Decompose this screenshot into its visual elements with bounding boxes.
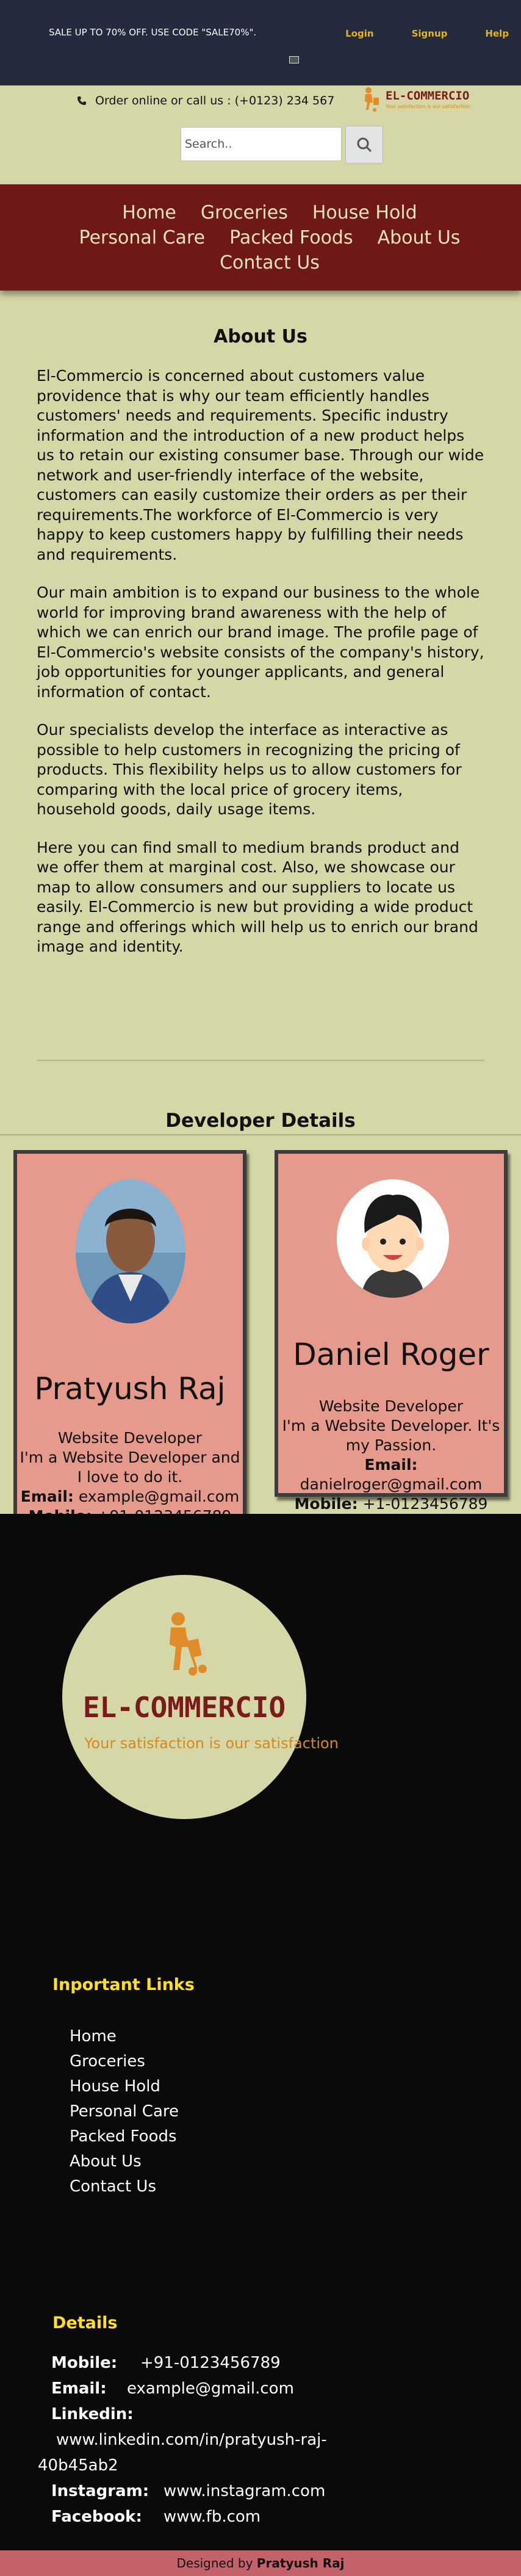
about-paragraph: Our specialists develop the interface as… (37, 721, 462, 818)
divider (37, 1060, 484, 1061)
developer-name: Daniel Roger (293, 1337, 489, 1372)
contact-text: Order online or call us : (+0123) 234 56… (95, 94, 335, 107)
top-links: Login Signup Help (345, 28, 509, 39)
designed-by-prefix: Designed by (176, 2556, 253, 2571)
nav-about-us[interactable]: About Us (378, 226, 461, 249)
developer-email: example@gmail.com (78, 1488, 240, 1505)
footer-link-contact-us[interactable]: Contact Us (70, 2174, 179, 2199)
details-title: Details (52, 2314, 118, 2332)
developer-email-row: Email: danielroger@gmail.com (282, 1455, 500, 1494)
detail-linkedin-value[interactable]: www.linkedin.com/in/pratyush-raj-40b45ab… (38, 2427, 355, 2478)
developer-mobile-row: Mobile: +1-0123456789 (282, 1494, 500, 1514)
nav-packed-foods[interactable]: Packed Foods (229, 226, 353, 249)
footer-link-house-hold[interactable]: House Hold (70, 2074, 179, 2099)
developer-details-title: Developer Details (165, 1110, 356, 1132)
nav-house-hold[interactable]: House Hold (312, 201, 417, 224)
search-button[interactable] (345, 126, 383, 164)
footer-link-personal-care[interactable]: Personal Care (70, 2099, 179, 2124)
developer-name: Pratyush Raj (34, 1371, 226, 1406)
nav-contact-us[interactable]: Contact Us (220, 251, 320, 274)
top-bar: SALE UP TO 70% OFF. USE CODE "SALE70%". … (0, 0, 521, 85)
phone-icon (77, 96, 86, 105)
nav-home[interactable]: Home (122, 201, 176, 224)
search-icon (357, 137, 372, 153)
detail-facebook: Facebook: www.fb.com (51, 2504, 381, 2530)
footer-link-home[interactable]: Home (70, 2024, 179, 2049)
detail-linkedin: Linkedin: (51, 2401, 381, 2427)
detail-label: Linkedin: (51, 2405, 134, 2423)
broken-image-icon (289, 56, 299, 63)
developer-mobile: +1-0123456789 (362, 1495, 488, 1513)
site-logo[interactable]: EL-COMMERCIO Your satisfaction is our sa… (360, 85, 482, 117)
detail-instagram-value[interactable]: www.instagram.com (163, 2482, 325, 2500)
delivery-person-icon (365, 87, 379, 112)
contact-row: Order online or call us : (+0123) 234 56… (77, 94, 334, 107)
designed-by-name: Pratyush Raj (256, 2556, 345, 2571)
about-body: El-Commercio is concerned about customer… (37, 366, 484, 975)
developer-bio: I'm a Website Developer and I love to do… (20, 1449, 240, 1486)
detail-email: Email: example@gmail.com (51, 2376, 381, 2401)
footer-link-groceries[interactable]: Groceries (70, 2049, 179, 2074)
detail-mobile: Mobile: +91-0123456789 (51, 2350, 381, 2376)
search-input[interactable]: Search.. (181, 127, 342, 161)
developer-card-daniel: Daniel Roger Website Developer I'm a Web… (275, 1150, 508, 1513)
footer: EL-COMMERCIO Your satisfaction is our sa… (0, 1514, 521, 2550)
important-links-title: Inportant Links (52, 1975, 195, 1994)
detail-mobile-value: +91-0123456789 (140, 2354, 281, 2372)
detail-label: Email: (51, 2379, 107, 2398)
logo-tagline: Your satisfaction is our satisfaction (386, 104, 470, 109)
email-label: Email: (364, 1456, 418, 1474)
nav-personal-care[interactable]: Personal Care (79, 226, 206, 249)
footer-logo-tagline: Your satisfaction is our satisfaction (84, 1735, 339, 1752)
footer-link-about-us[interactable]: About Us (70, 2149, 179, 2174)
login-link[interactable]: Login (345, 28, 373, 39)
avatar-image (337, 1179, 449, 1298)
about-title: About Us (214, 326, 307, 347)
signup-link[interactable]: Signup (412, 28, 448, 39)
detail-email-value[interactable]: example@gmail.com (127, 2379, 294, 2398)
footer-link-packed-foods[interactable]: Packed Foods (70, 2124, 179, 2149)
developer-info: Website Developer I'm a Website Develope… (278, 1397, 504, 1514)
portrait-image (76, 1179, 185, 1323)
nav-groceries[interactable]: Groceries (201, 201, 288, 224)
developer-info: Website Developer I'm a Website Develope… (17, 1428, 243, 1526)
main-nav: Home Groceries House Hold Personal Care … (0, 184, 521, 291)
detail-label: Facebook: (51, 2508, 142, 2526)
mobile-label: Mobile: (294, 1495, 358, 1513)
about-paragraph: Here you can find small to medium brands… (37, 838, 478, 956)
footer-logo-title: EL-COMMERCIO (82, 1691, 286, 1724)
divider (0, 1134, 521, 1135)
about-paragraph: Our main ambition is to expand our busin… (37, 584, 484, 701)
developer-bio: I'm a Website Developer. It's my Passion… (282, 1417, 500, 1454)
about-paragraph: El-Commercio is concerned about customer… (37, 367, 484, 563)
developer-email-row: Email: example@gmail.com (17, 1487, 243, 1507)
sale-banner: SALE UP TO 70% OFF. USE CODE "SALE70%". (49, 27, 257, 38)
important-links-list: Home Groceries House Hold Personal Care … (70, 2024, 179, 2199)
detail-label: Instagram: (51, 2482, 149, 2500)
developer-card-pratyush: Pratyush Raj Website Developer I'm a Web… (13, 1150, 246, 1531)
email-label: Email: (20, 1488, 74, 1505)
footer-logo: EL-COMMERCIO Your satisfaction is our sa… (62, 1575, 339, 1819)
developer-photo (76, 1179, 185, 1323)
detail-label: Mobile: (51, 2354, 118, 2372)
developer-role: Website Developer (57, 1429, 203, 1447)
detail-facebook-value[interactable]: www.fb.com (163, 2508, 260, 2526)
detail-instagram: Instagram: www.instagram.com (51, 2478, 381, 2504)
developer-photo (337, 1179, 449, 1298)
delivery-person-icon (170, 1612, 207, 1676)
developer-email: danielroger@gmail.com (300, 1475, 483, 1493)
designed-by-bar: Designed by Pratyush Raj (0, 2550, 521, 2576)
help-link[interactable]: Help (485, 28, 509, 39)
logo-title: EL-COMMERCIO (386, 89, 470, 103)
contact-details: Mobile: +91-0123456789 Email: example@gmai… (38, 2350, 381, 2530)
developer-role: Website Developer (318, 1397, 464, 1415)
